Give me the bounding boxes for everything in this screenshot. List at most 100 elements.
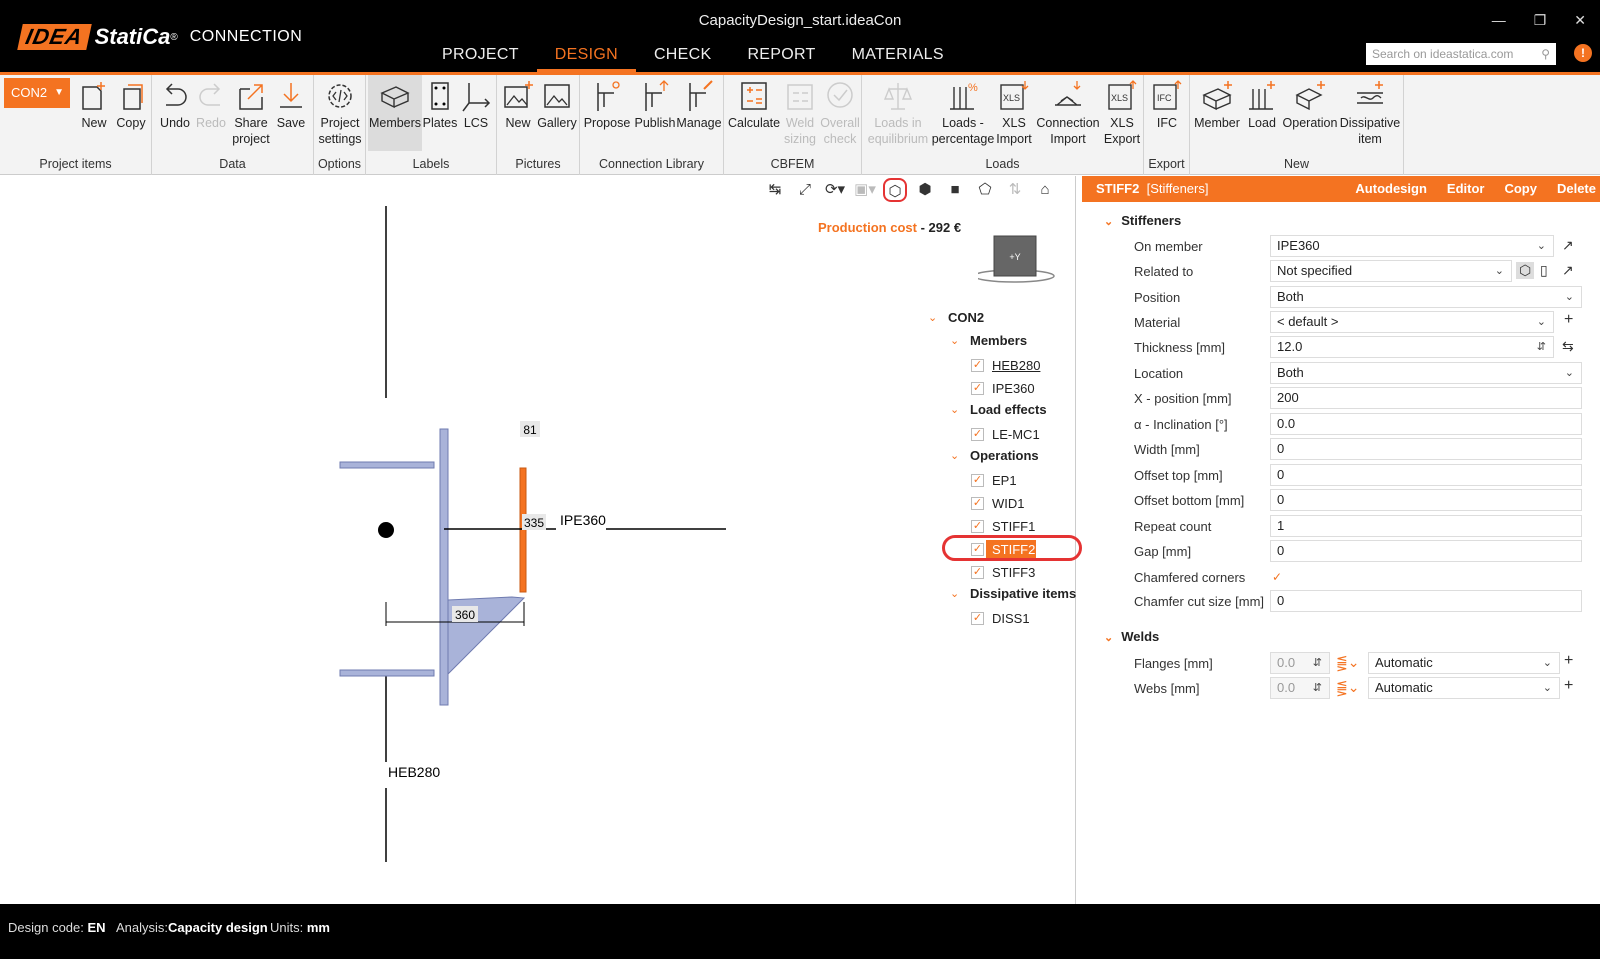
add-weld-icon[interactable]: +	[1564, 677, 1573, 695]
tree-item-diss1[interactable]: ✓ DISS1	[971, 611, 1030, 626]
connection-selector[interactable]: CON2 ▼	[4, 78, 70, 108]
members-labels-button[interactable]: Members	[368, 75, 422, 151]
share-project-button[interactable]: Share project	[230, 79, 272, 147]
width-input[interactable]: 0	[1270, 438, 1582, 460]
checkbox[interactable]: ✓	[971, 382, 984, 395]
flanges-weld-size[interactable]: 0.0 ⇵	[1270, 652, 1330, 674]
checkbox[interactable]: ✓	[971, 520, 984, 533]
new-operation-button[interactable]: Operation	[1282, 79, 1338, 131]
material-select[interactable]: < default > ⌄	[1270, 311, 1554, 333]
tree-operations-header[interactable]: ⌄ Operations	[950, 448, 1039, 463]
copy-operation-button[interactable]: Copy	[1504, 176, 1537, 202]
spin-icon[interactable]: ⇵	[1313, 678, 1322, 698]
add-material-icon[interactable]: +	[1564, 311, 1573, 329]
calculate-button[interactable]: Calculate	[728, 79, 780, 131]
position-select[interactable]: Both ⌄	[1270, 286, 1582, 308]
minimize-icon[interactable]: —	[1492, 12, 1506, 29]
related-to-select[interactable]: Not specified ⌄	[1270, 260, 1512, 282]
new-connection-button[interactable]: New	[76, 79, 112, 131]
iso-view-icon[interactable]: ⬠	[973, 178, 997, 202]
section-stiffeners[interactable]: ⌄ Stiffeners	[1104, 213, 1181, 228]
save-button[interactable]: Save	[272, 79, 310, 131]
plates-labels-button[interactable]: Plates	[422, 79, 458, 131]
checkbox[interactable]: ✓	[971, 359, 984, 372]
pick-cursor-icon[interactable]: ↗	[1562, 262, 1574, 279]
add-weld-icon[interactable]: +	[1564, 652, 1573, 670]
transparent-view-icon[interactable]: ⬢	[913, 178, 937, 202]
ifc-export-button[interactable]: IFC IFC	[1148, 79, 1186, 131]
chamfered-corners-checkbox[interactable]: ✓	[1272, 570, 1282, 584]
copy-connection-button[interactable]: Copy	[113, 79, 149, 131]
inclination-input[interactable]: 0.0	[1270, 413, 1582, 435]
tab-report[interactable]: REPORT	[729, 44, 833, 72]
undo-button[interactable]: Undo	[156, 79, 194, 131]
gallery-button[interactable]: Gallery	[537, 79, 577, 131]
loads-in-equilibrium-button[interactable]: Loads in equilibrium	[864, 79, 932, 147]
delete-operation-button[interactable]: Delete	[1557, 176, 1596, 202]
tree-item-stiff3[interactable]: ✓ STIFF3	[971, 565, 1035, 580]
close-icon[interactable]: ✕	[1574, 12, 1586, 29]
section-welds[interactable]: ⌄ Welds	[1104, 629, 1159, 644]
weld-type-icon[interactable]: ⪋⌄	[1336, 654, 1359, 671]
checkbox[interactable]: ✓	[971, 474, 984, 487]
publish-button[interactable]: Publish	[632, 79, 678, 131]
spin-icon[interactable]: ⇵	[1537, 337, 1546, 357]
propose-button[interactable]: Propose	[582, 79, 632, 131]
connection-import-button[interactable]: Connection Import	[1034, 79, 1102, 147]
tree-members-header[interactable]: ⌄ Members	[950, 333, 1027, 348]
spin-icon[interactable]: ⇵	[1313, 653, 1322, 673]
x-position-input[interactable]: 200	[1270, 387, 1582, 409]
repeat-count-input[interactable]: 1	[1270, 515, 1582, 537]
rotate-icon[interactable]: ⟳▾	[823, 178, 847, 202]
tree-root[interactable]: ⌄ CON2	[928, 310, 984, 325]
tab-materials[interactable]: MATERIALS	[834, 44, 962, 72]
manage-button[interactable]: Manage	[676, 79, 722, 131]
on-member-select[interactable]: IPE360 ⌄	[1270, 235, 1554, 257]
checkbox[interactable]: ✓	[971, 428, 984, 441]
tree-load-effects-header[interactable]: ⌄ Load effects	[950, 402, 1047, 417]
mirror-icon[interactable]: ⇅	[1003, 178, 1027, 202]
xls-import-button[interactable]: XLS XLS Import	[994, 79, 1034, 147]
project-settings-button[interactable]: Project settings	[316, 79, 364, 147]
home-view-icon[interactable]: ⌂	[1033, 178, 1057, 202]
new-member-button[interactable]: Member	[1192, 79, 1242, 131]
checkbox[interactable]: ✓	[971, 497, 984, 510]
autodesign-button[interactable]: Autodesign	[1355, 176, 1427, 202]
location-select[interactable]: Both ⌄	[1270, 362, 1582, 384]
offset-bottom-input[interactable]: 0	[1270, 489, 1582, 511]
swap-icon[interactable]: ⇆	[1562, 338, 1574, 355]
clip-icon[interactable]: ▣▾	[853, 178, 877, 202]
editor-button[interactable]: Editor	[1447, 176, 1485, 202]
flanges-weld-type-select[interactable]: Automatic ⌄	[1368, 652, 1560, 674]
gap-input[interactable]: 0	[1270, 540, 1582, 562]
tree-item-heb280[interactable]: ✓ HEB280	[971, 358, 1040, 373]
tree-item-le-mc1[interactable]: ✓ LE-MC1	[971, 427, 1040, 442]
scene-canvas[interactable]: ↹ ⤢ ⟳▾ ▣▾ ⬡ ⬢ ■ ⬠ ⇅ ⌂ Production cost - …	[0, 176, 1082, 904]
thickness-stepper[interactable]: 12.0 ⇵	[1270, 336, 1554, 358]
related-plate-icon[interactable]: ▯	[1540, 262, 1548, 279]
new-picture-button[interactable]: New	[499, 79, 537, 131]
pick-cursor-icon[interactable]: ↗	[1562, 237, 1574, 254]
tree-item-stiff1[interactable]: ✓ STIFF1	[971, 519, 1035, 534]
lcs-labels-button[interactable]: LCS	[458, 79, 494, 131]
wireframe-view-icon[interactable]: ⬡	[883, 178, 907, 202]
tab-check[interactable]: CHECK	[636, 44, 730, 72]
related-member-icon[interactable]: ⬡	[1516, 262, 1535, 279]
offset-top-input[interactable]: 0	[1270, 464, 1582, 486]
tab-design[interactable]: DESIGN	[536, 44, 636, 72]
chamfer-cut-size-input[interactable]: 0	[1270, 590, 1582, 612]
redo-button[interactable]: Redo	[192, 79, 230, 131]
view-cube[interactable]: +Y	[978, 234, 1062, 290]
weld-type-icon[interactable]: ⪋⌄	[1336, 679, 1359, 696]
help-icon[interactable]: !	[1574, 44, 1592, 62]
xls-export-button[interactable]: XLS XLS Export	[1102, 79, 1142, 147]
tab-project[interactable]: PROJECT	[424, 44, 537, 72]
checkbox[interactable]: ✓	[971, 612, 984, 625]
weld-sizing-button[interactable]: Weld sizing	[780, 79, 820, 147]
restore-icon[interactable]: ❐	[1534, 12, 1547, 29]
webs-weld-type-select[interactable]: Automatic ⌄	[1368, 677, 1560, 699]
zoom-extents-icon[interactable]: ⤢	[793, 178, 817, 202]
tree-dissipative-header[interactable]: ⌄ Dissipative items	[950, 586, 1076, 601]
loads-percentage-button[interactable]: % Loads - percentage	[930, 79, 996, 147]
new-load-button[interactable]: Load	[1242, 79, 1282, 131]
